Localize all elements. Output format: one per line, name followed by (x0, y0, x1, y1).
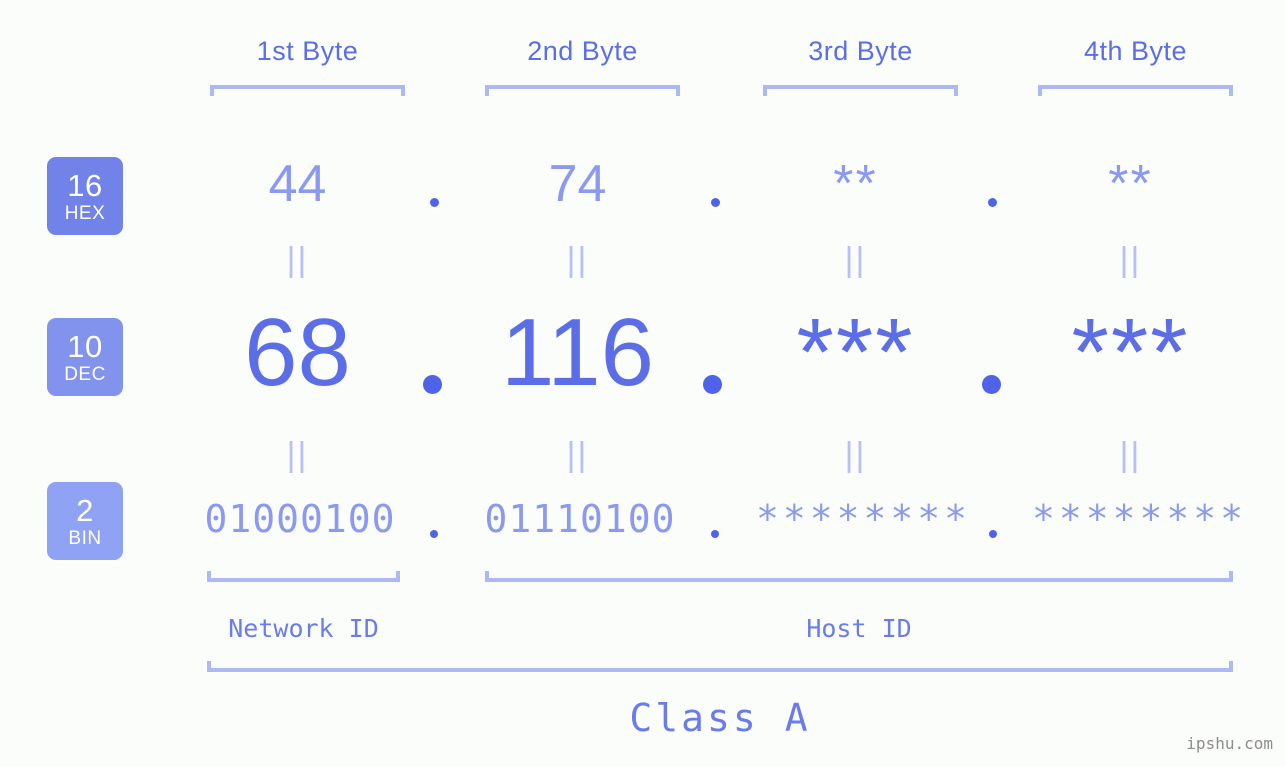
hex-byte-2: 74 (548, 155, 607, 213)
byte-header-2: 2nd Byte (527, 36, 638, 66)
host-id-label: Host ID (806, 614, 912, 643)
bin-byte-1: 01000100 (204, 497, 396, 541)
class-bracket (207, 661, 1233, 672)
bin-separator-3 (989, 530, 997, 538)
bin-separator-1 (430, 530, 438, 538)
dec-byte-2: 116 (500, 299, 655, 406)
dec-separator-1 (423, 375, 442, 394)
class-label: Class A (629, 696, 811, 740)
dec-separator-3 (982, 375, 1001, 394)
hex-byte-4: ** (1108, 155, 1153, 213)
base-badge-dec-number: 10 (67, 328, 103, 364)
byte-header-1: 1st Byte (256, 36, 359, 66)
byte-bracket-1 (210, 85, 405, 96)
equals-mark-dec-bin-3: || (844, 436, 867, 474)
bin-byte-2: 01110100 (484, 497, 676, 541)
equals-mark-hex-dec-4: || (1119, 241, 1142, 279)
dec-byte-1: 68 (244, 299, 351, 406)
byte-header-4: 4th Byte (1083, 36, 1188, 66)
byte-bracket-3 (763, 85, 958, 96)
byte-bracket-4 (1038, 85, 1233, 96)
base-badge-hex-name: HEX (64, 202, 106, 224)
dec-byte-4: *** (1071, 299, 1190, 406)
ip-address-breakdown-diagram: 1st Byte 2nd Byte 3rd Byte 4th Byte 16 H… (0, 0, 1285, 767)
hex-byte-1: 44 (268, 155, 327, 213)
base-badge-bin: 2 BIN (47, 482, 123, 560)
base-badge-dec-name: DEC (64, 363, 106, 385)
network-id-bracket (207, 571, 400, 582)
base-badge-dec: 10 DEC (47, 318, 123, 396)
hex-separator-2 (711, 198, 720, 207)
base-badge-bin-name: BIN (68, 527, 102, 549)
base-badge-bin-number: 2 (76, 492, 94, 528)
equals-mark-hex-dec-2: || (566, 241, 589, 279)
bin-byte-4: ******** (1032, 497, 1248, 541)
bin-separator-2 (711, 530, 719, 538)
equals-mark-hex-dec-3: || (844, 241, 867, 279)
byte-bracket-2 (485, 85, 680, 96)
base-badge-hex: 16 HEX (47, 157, 123, 235)
hex-byte-3: ** (833, 155, 878, 213)
equals-mark-dec-bin-2: || (566, 436, 589, 474)
network-id-label: Network ID (228, 614, 379, 643)
dec-byte-3: *** (796, 299, 915, 406)
base-badge-hex-number: 16 (67, 167, 103, 203)
dec-separator-2 (703, 375, 722, 394)
equals-mark-dec-bin-4: || (1119, 436, 1142, 474)
watermark: ipshu.com (1186, 734, 1273, 753)
hex-separator-3 (988, 198, 997, 207)
bin-byte-3: ******** (756, 497, 972, 541)
equals-mark-dec-bin-1: || (286, 436, 309, 474)
host-id-bracket (485, 571, 1233, 582)
byte-header-3: 3rd Byte (808, 36, 913, 66)
hex-separator-1 (430, 198, 439, 207)
equals-mark-hex-dec-1: || (286, 241, 309, 279)
